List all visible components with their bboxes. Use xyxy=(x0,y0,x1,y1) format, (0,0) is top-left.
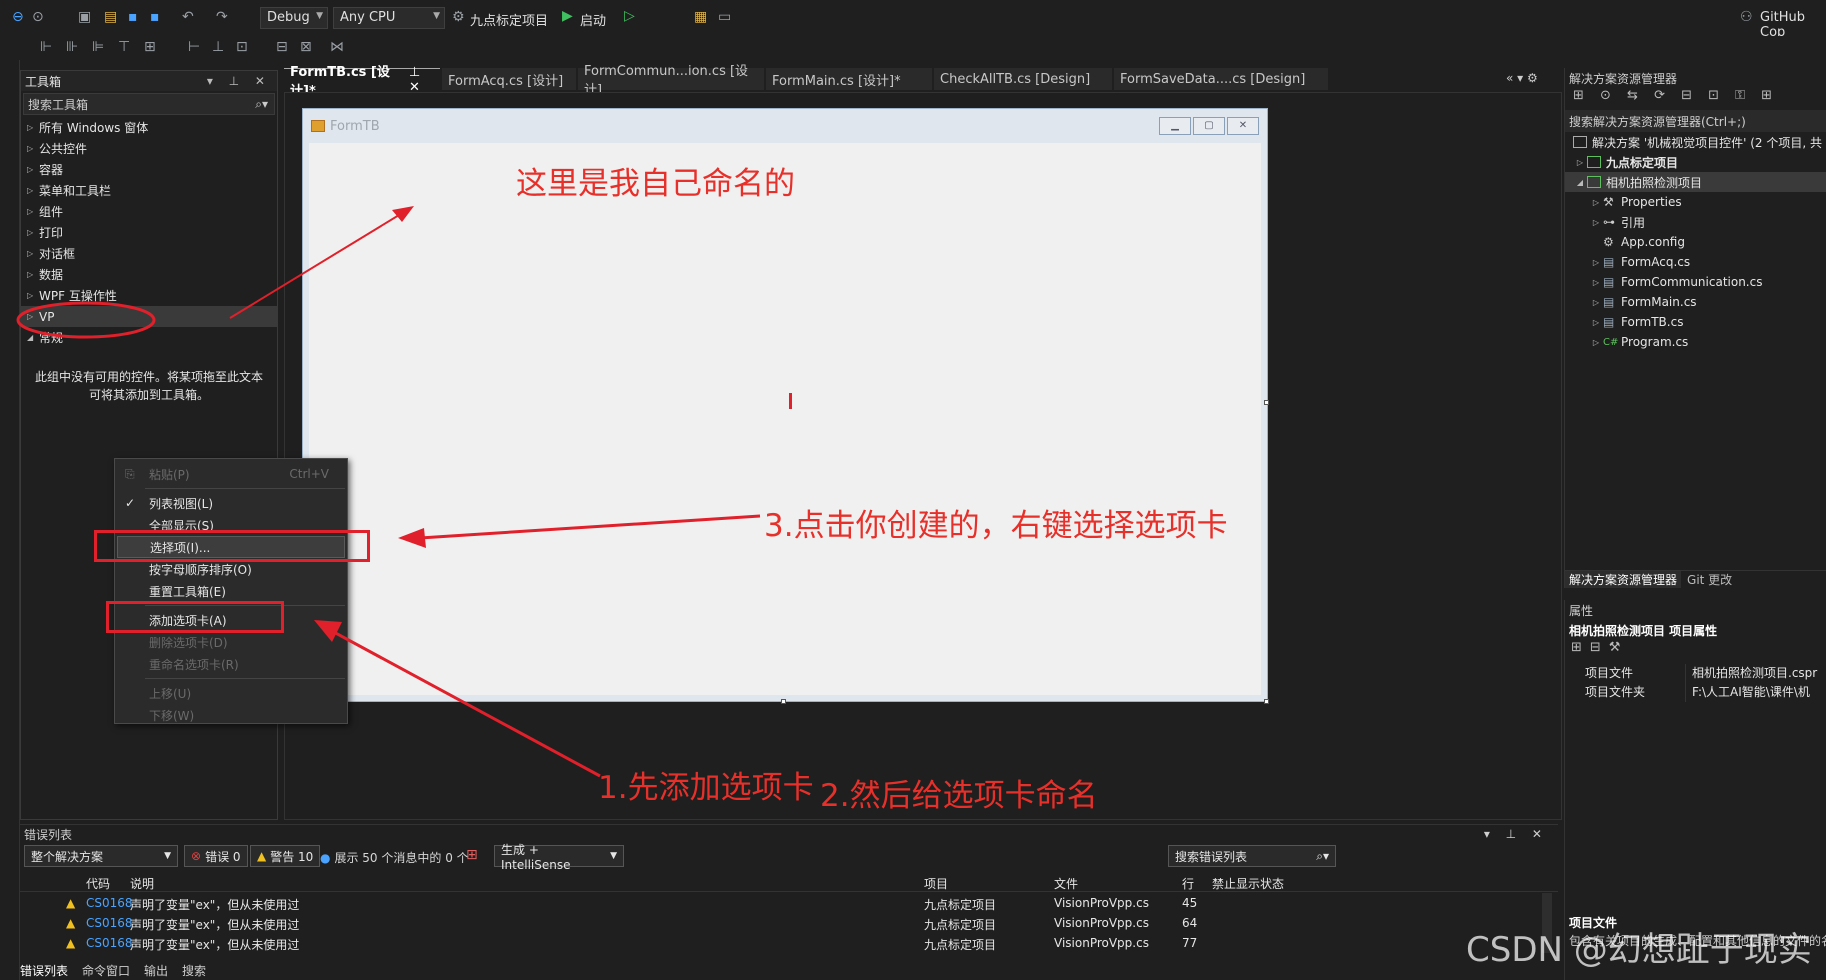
annotation-text: 这里是我自己命名的 xyxy=(516,166,795,202)
annotation-arrow-head xyxy=(392,206,414,222)
annotation-circle-vp xyxy=(16,301,156,339)
annotation-arrow-line xyxy=(419,514,761,540)
annotation-overlay xyxy=(16,206,761,778)
annotation-arrow-head xyxy=(314,620,342,642)
annotation-arrow-line xyxy=(229,211,405,319)
annotation-text: 3.点击你创建的，右键选择选项卡 xyxy=(764,508,1228,544)
annotation-text: 2.然后给选项卡命名 xyxy=(820,778,1098,814)
watermark: CSDN @幻想趾于现实 xyxy=(1466,930,1812,970)
annotation-arrow-line xyxy=(329,628,601,778)
annotation-arrow-head xyxy=(398,528,426,548)
annotation-text: 1.先添加选项卡 xyxy=(598,770,814,806)
annotation-box-choose-items xyxy=(94,530,370,562)
annotation-box-add-tab xyxy=(106,601,284,633)
